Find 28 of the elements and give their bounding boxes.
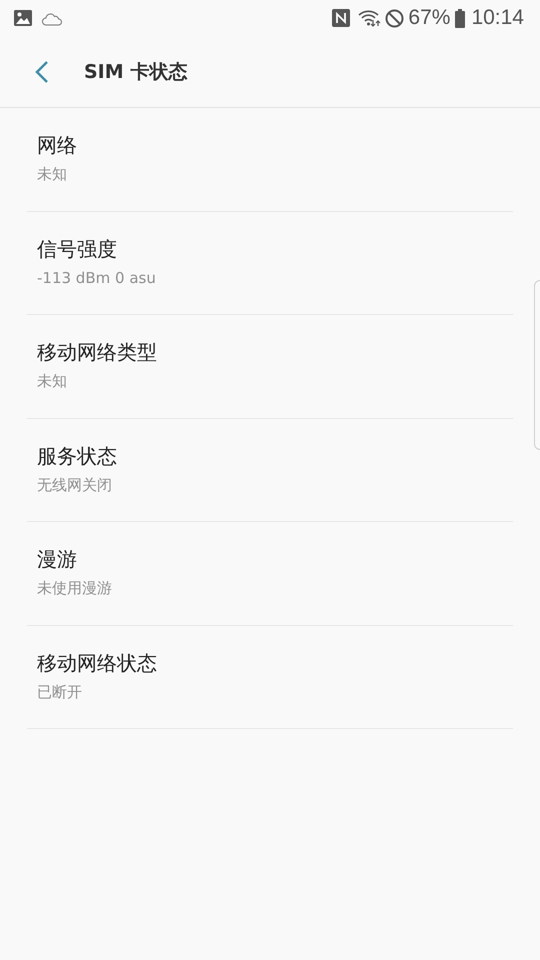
item-value: 已断开 (37, 682, 82, 702)
page-title: SIM 卡状态 (84, 60, 188, 84)
do-not-disturb-icon (385, 8, 404, 28)
settings-item[interactable]: 网络 未知 (27, 108, 513, 212)
wifi-icon (358, 9, 382, 27)
item-value: 未知 (37, 165, 67, 184)
settings-item[interactable]: 服务状态 无线网关闭 (27, 418, 513, 522)
item-value: 未使用漫游 (37, 579, 112, 598)
nfc-icon (332, 9, 350, 27)
item-title: 信号强度 (37, 236, 117, 262)
battery-icon (455, 8, 466, 28)
cloud-icon (42, 10, 62, 26)
clock-time: 10:14 (471, 6, 524, 30)
item-title: 网络 (37, 132, 77, 159)
item-title: 移动网络类型 (37, 339, 157, 366)
image-icon (14, 10, 32, 26)
settings-item[interactable]: 移动网络状态 已断开 (27, 626, 513, 729)
item-value: 未知 (37, 372, 67, 391)
back-icon (35, 60, 49, 84)
item-title: 漫游 (37, 546, 77, 573)
item-title: 服务状态 (37, 442, 117, 470)
item-value: -113 dBm 0 asu (37, 268, 156, 286)
settings-item[interactable]: 信号强度 -113 dBm 0 asu (27, 212, 513, 315)
item-value: 无线网关闭 (37, 476, 112, 494)
battery-percent: 67% (408, 6, 450, 30)
settings-item[interactable]: 漫游 未使用漫游 (27, 522, 513, 626)
item-title: 移动网络状态 (37, 650, 157, 676)
settings-item[interactable]: 移动网络类型 未知 (27, 315, 513, 418)
